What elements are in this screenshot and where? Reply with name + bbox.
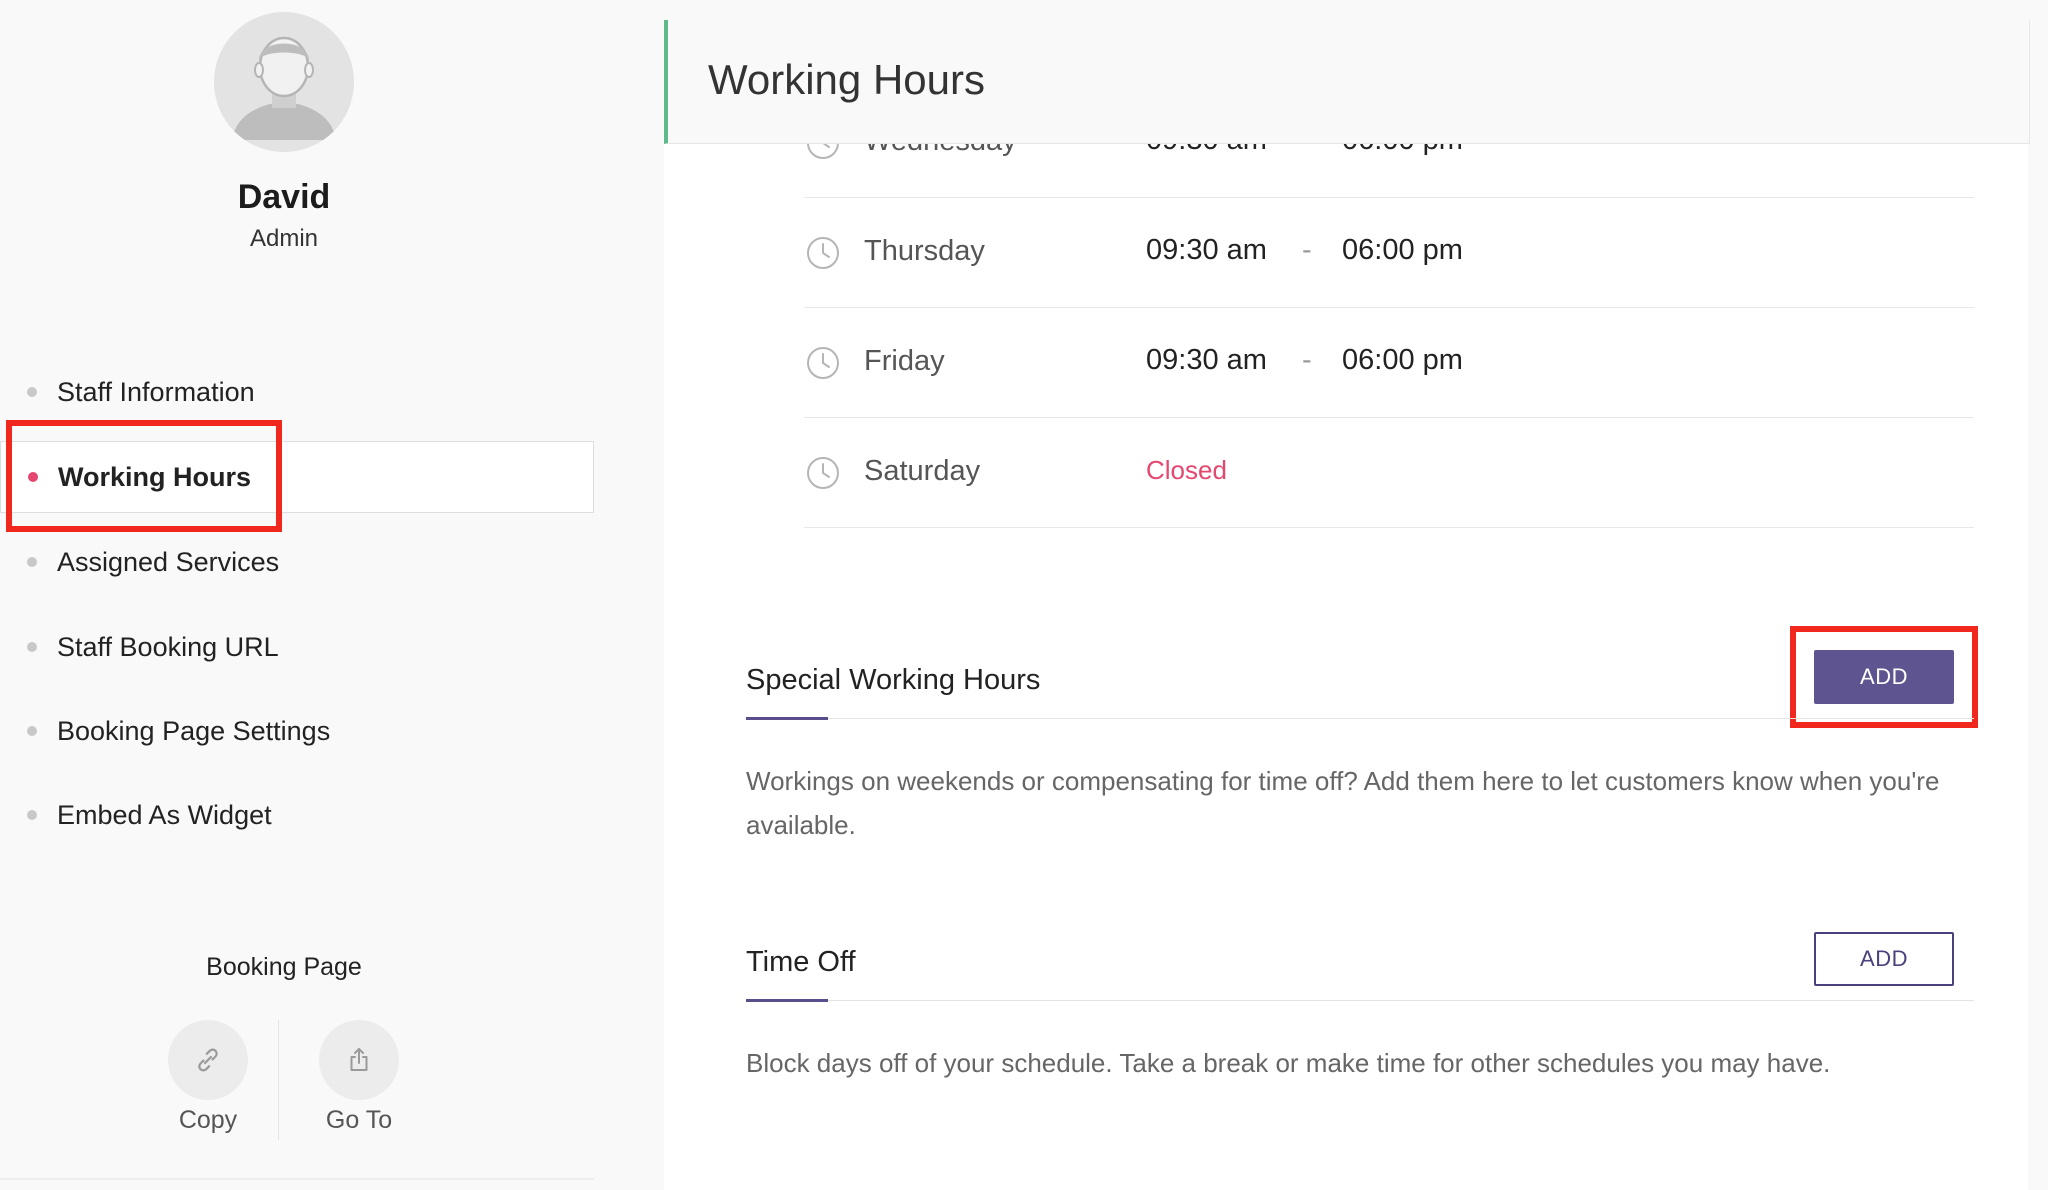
section-underline — [746, 717, 828, 720]
hours-row-friday[interactable]: Friday 09:30 am - 06:00 pm — [804, 308, 1974, 418]
sidebar-item-label: Staff Information — [57, 376, 255, 407]
day-label: Wednesday — [864, 144, 1017, 158]
divider — [0, 1178, 594, 1180]
share-icon — [350, 1048, 368, 1071]
bullet-dot-icon — [27, 726, 37, 736]
sidebar-item-assigned-services[interactable]: Assigned Services — [0, 526, 594, 598]
clock-icon — [807, 237, 839, 269]
sidebar-item-embed-as-widget[interactable]: Embed As Widget — [0, 779, 594, 851]
sidebar-item-staff-booking-url[interactable]: Staff Booking URL — [0, 611, 594, 683]
section-underline — [746, 999, 828, 1002]
sidebar-item-booking-page-settings[interactable]: Booking Page Settings — [0, 695, 594, 767]
day-label: Thursday — [864, 235, 985, 267]
bullet-dot-icon — [27, 387, 37, 397]
sidebar: David Admin Staff Information Working Ho… — [0, 0, 664, 1190]
user-role: Admin — [249, 225, 319, 252]
sidebar-item-label: Assigned Services — [57, 546, 280, 577]
working-hours-list[interactable]: Wednesday 09:30 am - 06:00 pm Thursday 0… — [804, 144, 1974, 564]
time-separator: - — [1302, 144, 1312, 157]
time-separator: - — [1302, 234, 1312, 266]
user-name: David — [237, 178, 331, 216]
user-avatar-icon — [214, 12, 354, 152]
day-label: Friday — [864, 345, 945, 377]
top-strip — [664, 0, 2048, 20]
start-time[interactable]: 09:30 am — [1146, 234, 1267, 267]
time-separator: - — [1302, 344, 1312, 376]
end-time[interactable]: 06:00 pm — [1342, 144, 1463, 157]
closed-status: Closed — [1146, 455, 1227, 485]
end-time[interactable]: 06:00 pm — [1342, 344, 1463, 377]
go-to-button[interactable] — [319, 1020, 399, 1100]
add-special-hours-button[interactable]: ADD — [1814, 650, 1954, 704]
time-off-title: Time Off — [746, 946, 856, 978]
add-time-off-button[interactable]: ADD — [1814, 932, 1954, 986]
bullet-dot-icon — [27, 642, 37, 652]
section-divider — [746, 1000, 1974, 1001]
time-off-description: Block days off of your schedule. Take a … — [746, 1048, 1831, 1078]
sidebar-item-staff-information[interactable]: Staff Information — [0, 356, 594, 428]
main-panel: Working Hours Wednesday 09:30 am - 06:00… — [664, 0, 2048, 1190]
bullet-dot-icon — [28, 472, 38, 482]
hours-row-thursday[interactable]: Thursday 09:30 am - 06:00 pm — [804, 198, 1974, 308]
right-strip — [2028, 0, 2048, 1190]
sidebar-item-label: Staff Booking URL — [57, 631, 279, 662]
booking-page-label: Booking Page — [206, 953, 362, 981]
start-time[interactable]: 09:30 am — [1146, 144, 1267, 157]
day-label: Saturday — [864, 455, 981, 487]
start-time[interactable]: 09:30 am — [1146, 344, 1267, 377]
sidebar-item-label: Embed As Widget — [57, 799, 272, 830]
sidebar-item-working-hours[interactable]: Working Hours — [0, 441, 594, 513]
special-working-hours-title: Special Working Hours — [746, 664, 1041, 696]
special-working-hours-description: Workings on weekends or compensating for… — [746, 766, 1940, 840]
avatar — [214, 12, 354, 152]
link-icon — [198, 1048, 218, 1072]
sidebar-item-label: Booking Page Settings — [57, 715, 331, 746]
copy-label: Copy — [178, 1106, 238, 1134]
clock-icon — [807, 347, 839, 379]
copy-button[interactable] — [168, 1020, 248, 1100]
sidebar-item-label: Working Hours — [58, 461, 252, 492]
section-divider — [746, 718, 1974, 719]
go-to-label: Go To — [325, 1106, 393, 1134]
end-time[interactable]: 06:00 pm — [1342, 234, 1463, 267]
clock-icon — [807, 144, 839, 159]
bullet-dot-icon — [27, 557, 37, 567]
page-header: Working Hours — [664, 20, 2030, 144]
clock-icon — [807, 457, 839, 489]
page-title: Working Hours — [708, 56, 985, 103]
hours-row-saturday[interactable]: Saturday Closed — [804, 418, 1974, 528]
hours-row-wednesday[interactable]: Wednesday 09:30 am - 06:00 pm — [804, 144, 1974, 198]
bullet-dot-icon — [27, 810, 37, 820]
